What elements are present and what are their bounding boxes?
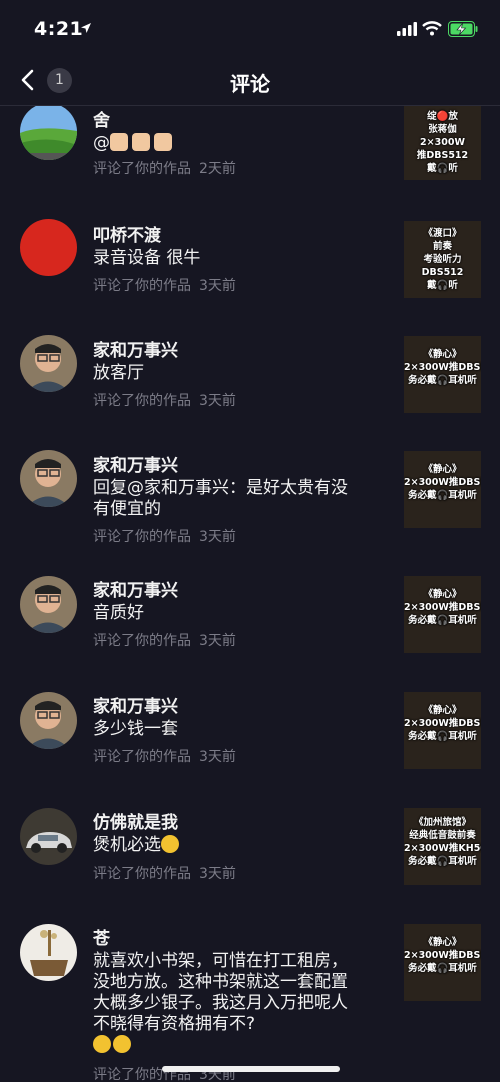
avatar[interactable] xyxy=(20,335,77,392)
video-thumbnail[interactable]: 《渡口》 前奏 考验听力 DBS512 戴🎧听 xyxy=(404,221,481,298)
laughing-tears-emoji-icon xyxy=(93,1035,111,1053)
comment-username[interactable]: 家和万事兴 xyxy=(93,576,178,601)
wifi-icon xyxy=(422,21,442,36)
avatar[interactable] xyxy=(20,219,77,276)
comment-meta: 评论了你的作品 3天前 xyxy=(93,393,236,409)
avatar[interactable] xyxy=(20,106,77,160)
comment-text: 煲机必选 xyxy=(93,835,363,856)
avatar[interactable] xyxy=(20,692,77,749)
video-thumbnail[interactable]: 《加州旅馆》 经典低音鼓前奏 2×300W推KH503 务必戴🎧耳机听 xyxy=(404,808,481,885)
comment-username[interactable]: 家和万事兴 xyxy=(93,451,178,476)
status-time: 4:21 xyxy=(34,18,84,40)
comment-text: 回复@家和万事兴：是好太贵有没有便宜的 xyxy=(93,478,348,519)
comment-meta: 评论了你的作品 3天前 xyxy=(93,278,236,294)
comment-meta: 评论了你的作品 3天前 xyxy=(93,529,236,545)
comment-text: 就喜欢小书架，可惜在打工租房，没地方放。这种书架就这一套配置大概多少银子。我这月… xyxy=(93,951,363,1056)
comment-username[interactable]: 叩桥不渡 xyxy=(93,221,161,246)
comment-username[interactable]: 家和万事兴 xyxy=(93,692,178,717)
cellular-signal-icon xyxy=(397,22,417,36)
video-thumbnail[interactable]: 《静心》 2×300W推DBS512 务必戴🎧耳机听 xyxy=(404,451,481,528)
comment-text: 放客厅 xyxy=(93,363,144,383)
status-bar: 4:21 xyxy=(0,0,500,56)
laughing-tears-emoji-icon xyxy=(113,1035,131,1053)
comment-text: @ xyxy=(93,133,363,154)
comment-username[interactable]: 仿佛就是我 xyxy=(93,808,178,833)
location-arrow-icon xyxy=(81,23,91,33)
thumbs-up-emoji-icon xyxy=(110,133,128,151)
video-thumbnail[interactable]: 《静心》 2×300W推DBS512 务必戴🎧耳机听 xyxy=(404,336,481,413)
laughing-tears-emoji-icon xyxy=(161,835,179,853)
thumbs-up-emoji-icon xyxy=(154,133,172,151)
comment-username[interactable]: 苍 xyxy=(93,924,110,949)
battery-charging-icon xyxy=(448,21,478,37)
thumbs-up-emoji-icon xyxy=(132,133,150,151)
avatar[interactable] xyxy=(20,450,77,507)
avatar[interactable] xyxy=(20,576,77,633)
video-thumbnail[interactable]: 《静心》 2×300W推DBS512 务必戴🎧耳机听 xyxy=(404,692,481,769)
avatar[interactable] xyxy=(20,808,77,865)
video-thumbnail[interactable]: 绽🔴放 张蒋伽 2×300W 推DBS512 戴🎧听 xyxy=(404,106,481,180)
video-thumbnail[interactable]: 《静心》 2×300W推DBS512 务必戴🎧耳机听 xyxy=(404,924,481,1001)
avatar[interactable] xyxy=(20,924,77,981)
comment-username[interactable]: 舍 xyxy=(93,106,110,131)
comment-meta: 评论了你的作品 3天前 xyxy=(93,866,236,882)
comment-text: 多少钱一套 xyxy=(93,719,178,739)
comment-text: 录音设备 很牛 xyxy=(93,248,201,268)
comment-list[interactable]: 舍 @ 评论了你的作品 2天前 绽🔴放 张蒋伽 2×300W 推DBS512 戴🎧… xyxy=(0,106,500,1082)
comment-meta: 评论了你的作品 2天前 xyxy=(93,161,236,177)
comment-meta: 评论了你的作品 3天前 xyxy=(93,749,236,765)
page-title: 评论 xyxy=(230,72,270,96)
home-indicator[interactable] xyxy=(162,1066,340,1072)
navigation-bar: 1 评论 xyxy=(0,56,500,106)
video-thumbnail[interactable]: 《静心》 2×300W推DBS512 务必戴🎧耳机听 xyxy=(404,576,481,653)
comment-username[interactable]: 家和万事兴 xyxy=(93,336,178,361)
comment-meta: 评论了你的作品 3天前 xyxy=(93,633,236,649)
comment-text: 音质好 xyxy=(93,603,144,623)
